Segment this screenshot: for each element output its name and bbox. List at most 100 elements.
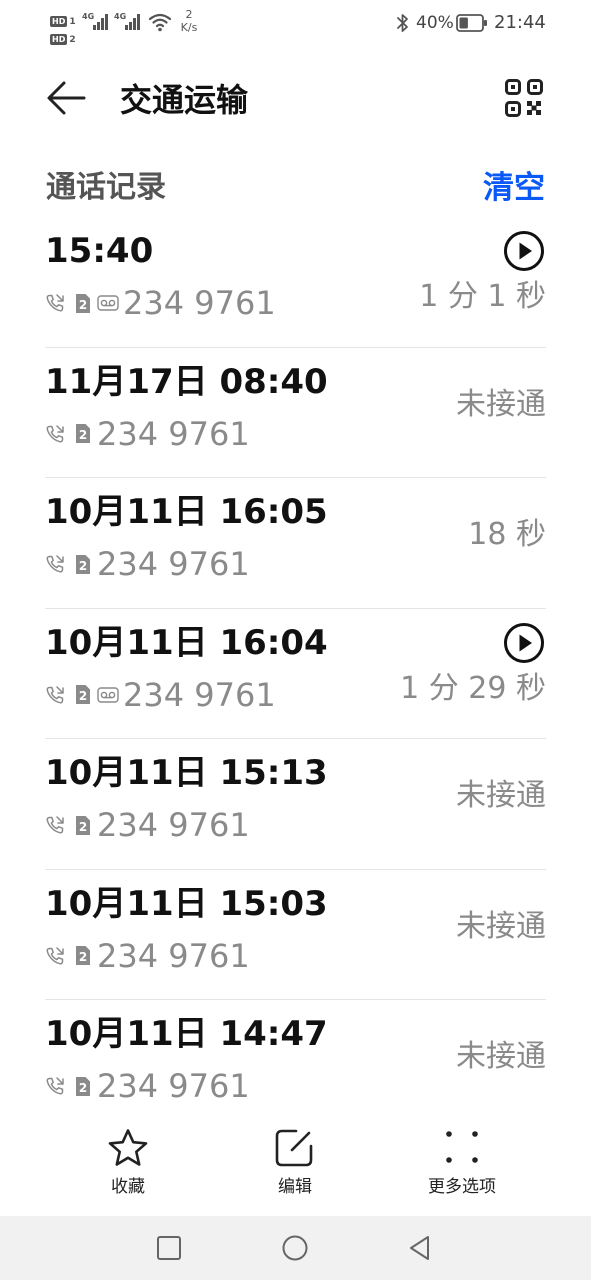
- svg-text:2: 2: [79, 950, 87, 964]
- sim2-icon: 2: [76, 815, 90, 835]
- home-circle-icon[interactable]: [281, 1234, 309, 1262]
- call-duration-status: 1 分 1 秒: [419, 279, 546, 314]
- call-number: 234 9761: [123, 284, 276, 322]
- battery-level-fill: [459, 17, 468, 29]
- sim2-icon: 2: [76, 946, 90, 965]
- sim1-indicator: HD 1: [50, 9, 80, 27]
- call-number: 234 9761: [97, 936, 250, 975]
- network-speed-value: 2: [185, 8, 193, 21]
- clear-button[interactable]: 清空: [483, 166, 545, 210]
- qr-code-button[interactable]: [504, 78, 544, 118]
- battery-icon: [456, 14, 487, 32]
- star-icon: [108, 1129, 148, 1166]
- voicemail-icon: [97, 686, 119, 703]
- more-options-button[interactable]: 更多选项: [402, 1128, 522, 1198]
- edit-icon: [275, 1129, 313, 1167]
- call-datetime: 10月11日 16:04: [45, 622, 328, 663]
- call-datetime: 10月11日 16:05: [45, 492, 328, 532]
- wifi-icon: [148, 13, 172, 32]
- svg-text:2: 2: [79, 1081, 87, 1095]
- call-number: 234 9761: [97, 806, 250, 844]
- svg-text:2: 2: [79, 559, 87, 573]
- call-log-row[interactable]: 11月17日 08:40 2 234 9761 未接通: [45, 348, 546, 478]
- sim2-icon: 2: [76, 293, 90, 313]
- sim1-hd-tag: HD: [50, 16, 68, 27]
- bluetooth-icon: [397, 14, 408, 32]
- call-details: 2 234 9761: [45, 803, 250, 847]
- contact-call-history-screen: HD 1 HD 2 4G 4G 2 K/s 40% 21:44 交通运输 通话记…: [0, 0, 591, 1280]
- call-duration-status: 未接通: [456, 386, 546, 422]
- voicemail-icon: [97, 295, 119, 311]
- outgoing-call-icon: [46, 294, 64, 312]
- network-speed: 2 K/s: [178, 8, 200, 34]
- play-recording-button[interactable]: [503, 622, 545, 664]
- play-recording-button[interactable]: [503, 230, 545, 272]
- status-bar: HD 1 HD 2 4G 4G 2 K/s 40% 21:44: [0, 0, 591, 48]
- call-number: 234 9761: [97, 545, 250, 583]
- sim2-icon: 2: [76, 424, 90, 443]
- call-number: 234 9761: [97, 414, 250, 453]
- network-speed-unit: K/s: [180, 21, 198, 34]
- call-log-row[interactable]: 10月11日 15:03 2 234 9761 未接通: [45, 870, 546, 1000]
- call-duration-status: 未接通: [456, 1039, 546, 1074]
- call-log-row[interactable]: 15:40 2 234 9761 1 分 1 秒: [45, 217, 546, 348]
- sim2-icon: 2: [76, 685, 90, 704]
- favorite-button[interactable]: 收藏: [68, 1128, 188, 1198]
- call-number: 234 9761: [123, 675, 276, 714]
- call-datetime: 15:40: [45, 231, 154, 271]
- page-title: 交通运输: [120, 81, 249, 119]
- more-dots-icon: [446, 1131, 478, 1163]
- bottom-toolbar: 收藏 编辑 更多选项: [0, 1110, 591, 1216]
- outgoing-call-icon: [46, 816, 64, 834]
- call-duration-status: 未接通: [456, 778, 546, 813]
- call-details: 2 234 9761: [45, 673, 276, 717]
- sim2-number: 2: [69, 35, 76, 45]
- call-duration-status: 未接通: [456, 908, 546, 944]
- battery-percent: 40%: [416, 13, 454, 33]
- call-datetime: 10月11日 15:13: [45, 753, 328, 793]
- back-triangle-icon[interactable]: [406, 1234, 434, 1262]
- favorite-label: 收藏: [111, 1177, 145, 1197]
- signal-icon-sim2: 4G: [114, 12, 140, 30]
- back-arrow-icon: [47, 81, 86, 115]
- more-options-label: 更多选项: [428, 1177, 496, 1197]
- play-icon: [504, 622, 544, 663]
- clock: 21:44: [494, 12, 546, 33]
- signal-icon-sim1: 4G: [82, 12, 108, 30]
- signal1-network-label: 4G: [82, 12, 94, 21]
- call-log-row[interactable]: 10月11日 16:05 2 234 9761 18 秒: [45, 478, 546, 609]
- call-duration-status: 18 秒: [468, 517, 546, 552]
- play-icon: [504, 231, 544, 271]
- edit-label: 编辑: [278, 1177, 312, 1197]
- call-duration-status: 1 分 29 秒: [400, 670, 546, 706]
- signal2-network-label: 4G: [114, 12, 126, 21]
- system-navigation-bar: [0, 1216, 591, 1280]
- call-log-list: 15:40 2 234 9761 1 分 1 秒 11月17日 08:40 2 …: [45, 217, 546, 1130]
- call-log-row[interactable]: 10月11日 16:04 2 234 9761 1 分 29 秒: [45, 609, 546, 739]
- sim2-indicator: HD 2: [50, 27, 80, 45]
- qr-code-icon: [505, 79, 543, 117]
- edit-button[interactable]: 编辑: [235, 1128, 355, 1198]
- back-button[interactable]: [44, 78, 88, 118]
- section-title-call-log: 通话记录: [46, 170, 166, 205]
- call-datetime: 11月17日 08:40: [45, 361, 328, 402]
- sim2-icon: 2: [76, 1076, 90, 1096]
- sim2-icon: 2: [76, 554, 90, 574]
- outgoing-call-icon: [46, 1077, 64, 1095]
- call-details: 2 234 9761: [45, 934, 250, 978]
- call-number: 234 9761: [97, 1067, 250, 1105]
- outgoing-call-icon: [46, 555, 64, 573]
- svg-text:2: 2: [79, 428, 87, 442]
- call-details: 2 234 9761: [45, 412, 250, 456]
- outgoing-call-icon: [46, 685, 64, 703]
- call-log-row[interactable]: 10月11日 15:13 2 234 9761 未接通: [45, 739, 546, 870]
- call-datetime: 10月11日 15:03: [45, 883, 328, 924]
- sim2-hd-tag: HD: [50, 34, 68, 45]
- svg-text:2: 2: [79, 298, 87, 312]
- svg-text:2: 2: [79, 689, 87, 703]
- outgoing-call-icon: [46, 424, 64, 442]
- call-datetime: 10月11日 14:47: [45, 1014, 328, 1054]
- svg-text:2: 2: [79, 820, 87, 834]
- recent-apps-square-icon[interactable]: [155, 1234, 183, 1262]
- call-details: 2 234 9761: [45, 1064, 250, 1108]
